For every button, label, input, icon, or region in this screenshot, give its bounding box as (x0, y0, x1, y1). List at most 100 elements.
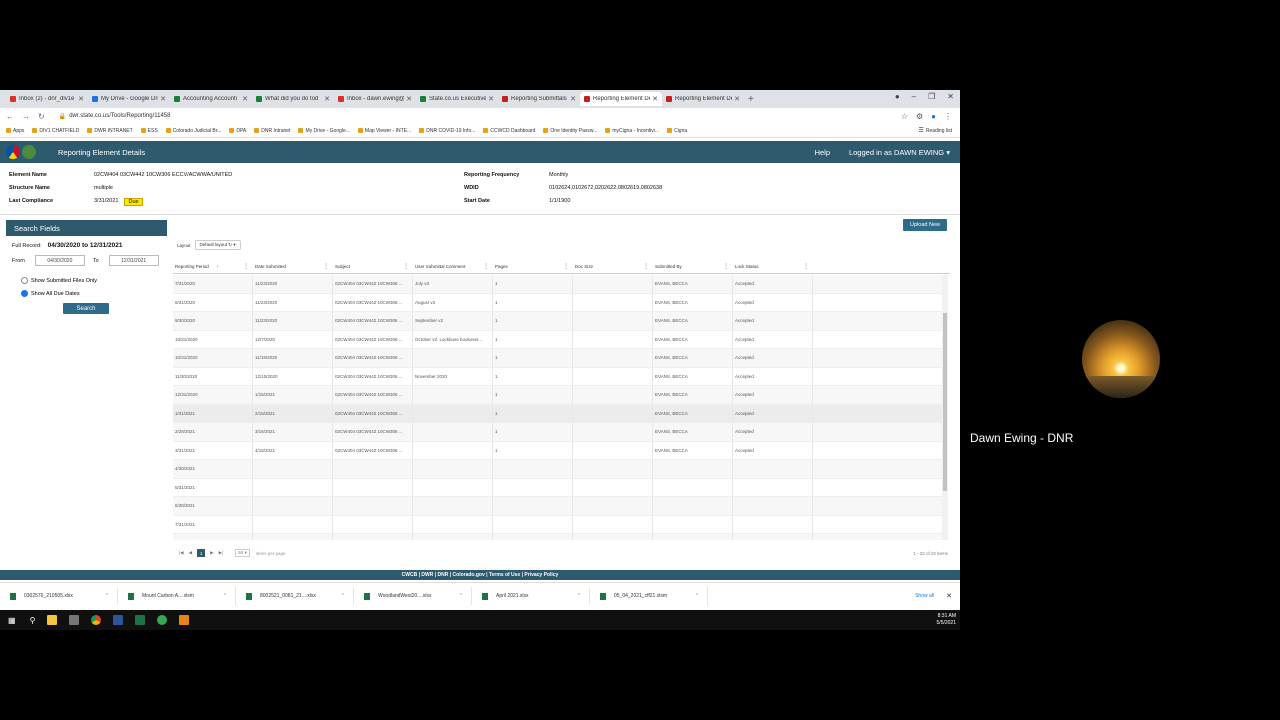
chevron-up-icon[interactable]: ⌃ (341, 593, 345, 599)
column-menu-icon[interactable]: ⋮ (403, 263, 409, 270)
close-downloads-icon[interactable]: ✕ (946, 592, 952, 600)
table-cell[interactable] (333, 478, 413, 496)
app-footer[interactable]: CWCB | DWR | DNR | Colorado.gov | Terms … (0, 570, 960, 580)
download-item[interactable]: 05_04_2021_cff21.xlsm ⌃ (590, 587, 708, 605)
next-page-icon[interactable]: ▶ (210, 550, 213, 556)
from-date-input[interactable]: 04/30/2020 (34, 255, 85, 266)
restore-icon[interactable]: ❐ (928, 92, 935, 101)
table-row[interactable]: 3/31/2021 4/15/2021 02CW404 03CW442 10CW30… (173, 441, 942, 460)
chevron-up-icon[interactable]: ⌃ (577, 593, 581, 599)
bookmark-item[interactable]: Apps (6, 128, 24, 134)
close-tab-icon[interactable]: ✕ (734, 95, 740, 103)
help-link[interactable]: Help (815, 148, 830, 157)
table-cell[interactable] (333, 534, 413, 540)
table-row[interactable]: 4/30/2021 (173, 460, 942, 479)
file-explorer-icon[interactable] (47, 615, 58, 625)
app-icon[interactable] (69, 615, 80, 625)
table-row[interactable]: 10/31/2020 12/7/2020 02CW404 03CW442 10CW3… (173, 330, 942, 349)
minimize-icon[interactable]: – (912, 92, 916, 101)
chevron-up-icon[interactable]: ⌃ (459, 593, 463, 599)
table-row[interactable]: 9/30/2020 11/23/2020 02CW404 03CW442 10CW3… (173, 312, 942, 331)
column-menu-icon[interactable]: ⋮ (803, 263, 809, 270)
maps-icon[interactable] (157, 615, 168, 625)
column-header[interactable]: Subject ⋮ (333, 259, 413, 273)
menu-icon[interactable]: ⋮ (944, 112, 952, 121)
bookmark-item[interactable]: Colorado Judicial Br... (165, 128, 221, 134)
user-menu[interactable]: Logged in as DAWN EWING ▾ (849, 148, 950, 157)
table-row[interactable]: 2/28/2021 3/16/2021 02CW404 03CW442 10CW30… (173, 423, 942, 442)
star-icon[interactable]: ☆ (901, 112, 908, 121)
excel-icon[interactable] (135, 615, 146, 625)
download-item[interactable]: April 2021.xlsx ⌃ (472, 587, 590, 605)
browser-tab[interactable]: Reporting Submittals ✕ (498, 92, 580, 106)
radio-all-due-dates[interactable]: Show All Due Dates (6, 290, 167, 297)
column-menu-icon[interactable]: ⋮ (483, 263, 489, 270)
table-cell[interactable]: 02CW404 03CW442 10CW306 ... (333, 386, 413, 404)
table-cell[interactable]: 02CW404 03CW442 10CW306 ... (333, 312, 413, 330)
bookmark-item[interactable]: Map Viewer - INTE... (357, 128, 411, 134)
show-all-downloads[interactable]: Show all (915, 593, 934, 599)
download-item[interactable]: 0302576_210505.xlsx ⌃ (0, 587, 118, 605)
column-header[interactable]: Reporting Period ↑ ⋮ (173, 259, 253, 273)
reading-list[interactable]: ☰ Reading list (918, 127, 952, 135)
column-header[interactable]: Date Submitted ⋮ (253, 259, 333, 273)
account-icon[interactable]: ● (931, 112, 936, 121)
column-menu-icon[interactable]: ⋮ (323, 263, 329, 270)
table-cell[interactable]: 02CW404 03CW442 10CW306 ... (333, 330, 413, 348)
back-icon[interactable]: ← (6, 112, 14, 121)
table-row[interactable]: 12/31/2020 1/15/2021 02CW404 03CW442 10CW3… (173, 386, 942, 405)
bookmark-item[interactable]: DIV1 CHATFIELD (32, 128, 79, 134)
profile-icon[interactable]: ● (895, 92, 900, 101)
table-cell[interactable]: 02CW404 03CW442 10CW306 ... (333, 423, 413, 441)
close-tab-icon[interactable]: ✕ (652, 95, 658, 103)
bookmark-item[interactable]: CCWCD Dashboard (483, 128, 535, 134)
radio-button-selected[interactable] (21, 290, 28, 297)
table-row[interactable]: 11/30/2020 12/10/2020 02CW404 03CW442 10CW… (173, 367, 942, 386)
table-cell[interactable]: 02CW404 03CW442 10CW306 ... (333, 293, 413, 311)
radio-button[interactable] (21, 277, 28, 284)
browser-tab[interactable]: My Drive - Google Dri ✕ (88, 92, 170, 106)
table-cell[interactable]: 02CW404 03CW442 10CW306 ... (333, 349, 413, 367)
browser-tab[interactable]: State.co.us Executive ✕ (416, 92, 498, 106)
close-tab-icon[interactable]: ✕ (406, 95, 412, 103)
prev-page-icon[interactable]: ◀ (189, 550, 192, 556)
table-cell[interactable]: 02CW404 03CW442 10CW306 ... (333, 275, 413, 293)
column-header[interactable]: Submitted By ⋮ (653, 259, 733, 273)
table-row[interactable]: 5/31/2021 (173, 478, 942, 497)
table-row[interactable]: 6/30/2021 (173, 497, 942, 516)
browser-tab[interactable]: Reporting Element De ✕ (580, 92, 662, 106)
table-cell[interactable] (333, 497, 413, 515)
close-tab-icon[interactable]: ✕ (242, 95, 248, 103)
close-tab-icon[interactable]: ✕ (488, 95, 494, 103)
bookmark-item[interactable]: DNR COVID-19 Info... (419, 128, 475, 134)
search-button[interactable]: Search (63, 303, 109, 314)
table-cell[interactable]: 02CW404 03CW442 10CW306 ... (333, 367, 413, 385)
table-row[interactable]: 7/31/2020 11/23/2020 02CW404 03CW442 10CW3… (173, 275, 942, 294)
table-cell[interactable] (333, 515, 413, 533)
column-menu-icon[interactable]: ⋮ (723, 263, 729, 270)
close-tab-icon[interactable]: ✕ (78, 95, 84, 103)
chevron-up-icon[interactable]: ⌃ (695, 593, 699, 599)
bookmark-item[interactable]: My Drive - Google... (298, 128, 350, 134)
download-item[interactable]: Mount Carbon A....xlsm ⌃ (118, 587, 236, 605)
close-tab-icon[interactable]: ✕ (324, 95, 330, 103)
column-menu-icon[interactable]: ⋮ (643, 263, 649, 270)
table-row[interactable]: 1/31/2021 2/15/2021 02CW404 03CW442 10CW30… (173, 404, 942, 423)
bookmark-item[interactable]: myCigna - Incentivi... (605, 128, 659, 134)
close-tab-icon[interactable]: ✕ (570, 95, 576, 103)
column-header[interactable]: Lock Status ⋮ (733, 259, 813, 273)
column-menu-icon[interactable]: ⋮ (563, 263, 569, 270)
last-page-icon[interactable]: ▶| (219, 550, 224, 556)
url-field[interactable]: dwr.state.co.us/Tools/Reporting/11458 (69, 113, 170, 119)
bookmark-item[interactable]: Cigna (667, 128, 687, 134)
table-cell[interactable]: 02CW404 03CW442 10CW306 ... (333, 441, 413, 459)
table-row[interactable]: 7/31/2021 (173, 515, 942, 534)
bookmark-item[interactable]: ESS (140, 128, 158, 134)
bookmark-item[interactable]: One Identity Passw... (543, 128, 597, 134)
extensions-icon[interactable]: ⚙ (916, 112, 923, 121)
sort-up-icon[interactable]: ↑ (217, 264, 219, 269)
column-header[interactable]: Pages ⋮ (493, 259, 573, 273)
radio-submitted-only[interactable]: Show Submitted Files Only (6, 277, 167, 284)
table-row[interactable]: 8/31/2020 11/23/2020 02CW404 03CW442 10CW3… (173, 293, 942, 312)
first-page-icon[interactable]: |◀ (179, 550, 184, 556)
